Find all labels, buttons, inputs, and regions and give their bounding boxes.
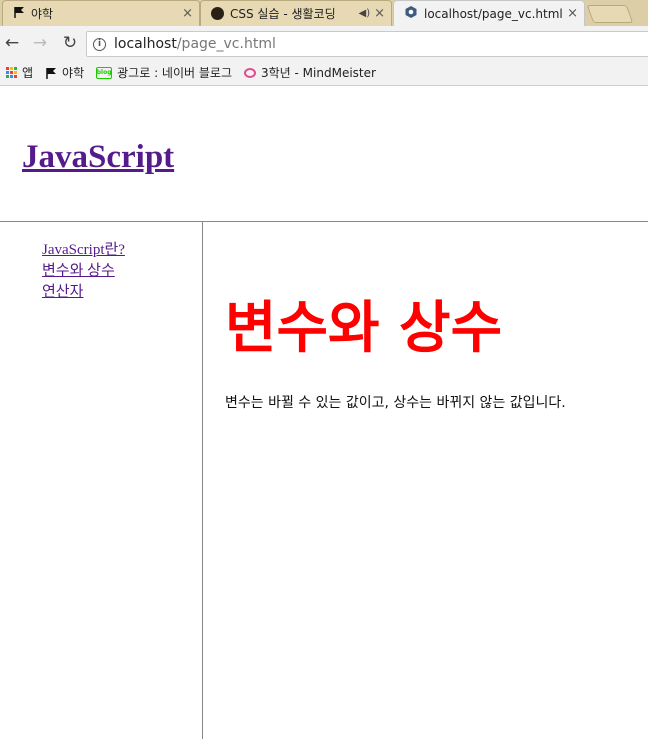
reload-icon[interactable]: ↻ <box>58 31 82 55</box>
header-divider <box>0 221 648 222</box>
audio-playing-icon[interactable]: ◀) <box>359 8 371 19</box>
blog-icon: blog <box>96 66 113 79</box>
article-title: 변수와 상수 <box>225 296 503 361</box>
sidebar-divider <box>202 221 203 739</box>
bookmark-naver-blog[interactable]: blog 광그로 : 네이버 블로그 <box>96 64 232 81</box>
article-body: 변수는 바뀔 수 있는 값이고, 상수는 바뀌지 않는 값입니다. <box>225 395 566 411</box>
tab-label: 야학 <box>31 7 54 21</box>
tab-strip: 야학 × CSS 실습 - 생활코딩 ◀) × localhost/page_v… <box>0 0 648 26</box>
info-icon[interactable]: i <box>93 37 106 51</box>
tab-localhost[interactable]: localhost/page_vc.html × <box>393 0 585 26</box>
address-bar[interactable]: i localhost/page_vc.html <box>86 31 648 57</box>
tab-yahak[interactable]: 야학 × <box>2 0 200 26</box>
bookmark-apps[interactable]: 앱 <box>6 64 33 81</box>
url-host: localhost <box>114 36 177 52</box>
nav-list: JavaScript란? 변수와 상수 연산자 <box>42 240 125 303</box>
site-title-link[interactable]: JavaScript <box>22 139 174 176</box>
flag-icon <box>45 67 57 79</box>
new-tab-button[interactable] <box>586 5 634 23</box>
tab-css[interactable]: CSS 실습 - 생활코딩 ◀) × <box>200 0 392 26</box>
nav-link-javascript-intro[interactable]: JavaScript란? <box>42 240 125 261</box>
back-arrow-icon[interactable]: ← <box>0 31 24 55</box>
mindmeister-icon <box>244 67 256 78</box>
bookmark-label: 야학 <box>62 66 85 80</box>
forward-arrow-icon[interactable]: → <box>28 31 52 55</box>
url-path: /page_vc.html <box>176 36 276 52</box>
bookmark-label: 광그로 : 네이버 블로그 <box>117 66 232 80</box>
bookmark-label: 3학년 - MindMeister <box>261 66 376 80</box>
close-tab-icon[interactable]: × <box>567 6 578 21</box>
browser-toolbar: ← → ↻ i localhost/page_vc.html <box>0 26 648 60</box>
nav-link-variables-constants[interactable]: 변수와 상수 <box>42 261 125 282</box>
close-tab-icon[interactable]: × <box>374 6 385 21</box>
nav-link-operators[interactable]: 연산자 <box>42 282 125 303</box>
bookmark-yahak[interactable]: 야학 <box>45 64 84 81</box>
site-favicon-icon <box>211 7 224 20</box>
page-content: JavaScript JavaScript란? 변수와 상수 연산자 변수와 상… <box>0 87 648 739</box>
apps-grid-icon <box>6 67 17 78</box>
bookmark-mindmeister[interactable]: 3학년 - MindMeister <box>244 64 376 81</box>
bookmarks-bar: 앱 야학 blog 광그로 : 네이버 블로그 3학년 - MindMeiste… <box>0 60 648 86</box>
tab-label: localhost/page_vc.html <box>424 6 563 21</box>
close-tab-icon[interactable]: × <box>182 6 193 21</box>
bookmark-label: 앱 <box>22 66 34 80</box>
tab-label: CSS 실습 - 생활코딩 <box>230 7 336 21</box>
flag-icon <box>13 6 25 21</box>
page-favicon-icon <box>404 5 418 22</box>
